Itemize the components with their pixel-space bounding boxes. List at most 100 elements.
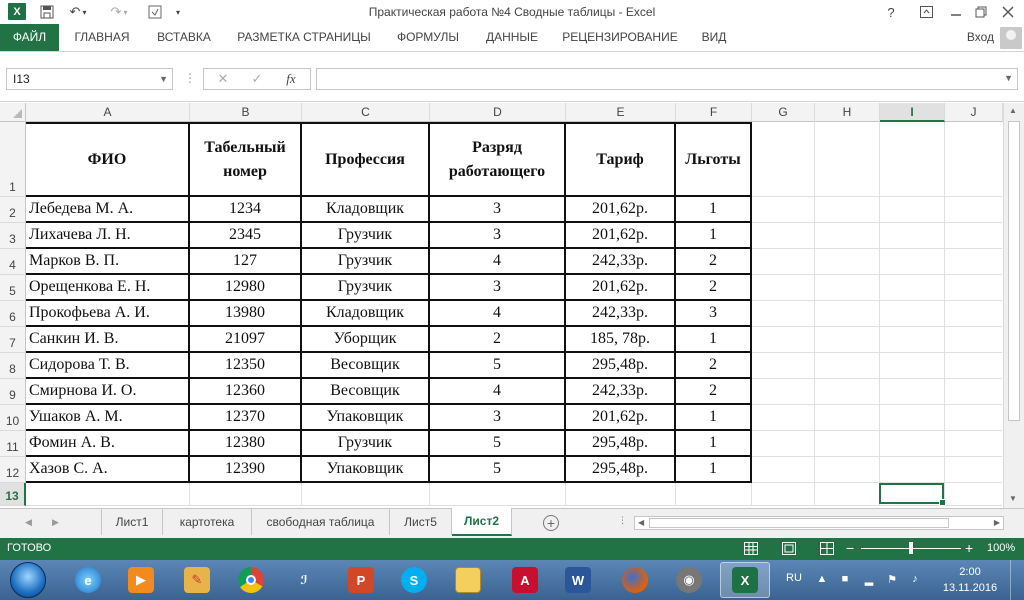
column-header-g[interactable]: G — [752, 103, 815, 122]
tab-insert[interactable]: ВСТАВКА — [148, 24, 220, 51]
tab-number-cell[interactable]: 12370 — [190, 405, 302, 431]
tab-formulas[interactable]: ФОРМУЛЫ — [388, 24, 468, 51]
row-header-6[interactable]: 6 — [0, 301, 26, 327]
benefits-cell[interactable]: 1 — [676, 223, 752, 249]
tab-number-cell[interactable]: 12380 — [190, 431, 302, 457]
column-header-e[interactable]: E — [566, 103, 676, 122]
media-player-icon[interactable]: ▶ — [116, 562, 166, 598]
profession-cell[interactable]: Уборщик — [302, 327, 430, 353]
sheet-tab-list2[interactable]: Лист2 — [452, 508, 512, 536]
insert-function-button[interactable]: fx — [276, 70, 306, 88]
row-header-9[interactable]: 9 — [0, 379, 26, 405]
benefits-cell[interactable]: 2 — [676, 379, 752, 405]
chrome-icon[interactable] — [226, 562, 276, 598]
scroll-right-icon[interactable]: ▶ — [994, 517, 1000, 529]
firefox-icon[interactable] — [610, 562, 660, 598]
row-header-5[interactable]: 5 — [0, 275, 26, 301]
sheet-tab-list1[interactable]: Лист1 — [101, 509, 163, 535]
ribbon-display-icon[interactable] — [913, 2, 939, 22]
row-header-10[interactable]: 10 — [0, 405, 26, 431]
flag-icon[interactable]: ⚑ — [885, 573, 899, 587]
table-header-rank[interactable]: Разряд работающего — [430, 124, 566, 197]
enter-icon[interactable]: ✓ — [242, 70, 272, 88]
tariff-cell[interactable]: 201,62р. — [566, 275, 676, 301]
table-header-fio[interactable]: ФИО — [26, 124, 190, 197]
rank-cell[interactable]: 3 — [430, 275, 566, 301]
fio-cell[interactable]: Санкин И. В. — [26, 327, 190, 353]
normal-view-icon[interactable] — [744, 542, 758, 555]
profession-cell[interactable]: Грузчик — [302, 223, 430, 249]
language-indicator[interactable]: RU — [786, 572, 802, 584]
tab-number-cell[interactable]: 12360 — [190, 379, 302, 405]
column-header-j[interactable]: J — [945, 103, 1003, 122]
rank-cell[interactable]: 5 — [430, 353, 566, 379]
profession-cell[interactable]: Весовщик — [302, 353, 430, 379]
rank-cell[interactable]: 3 — [430, 223, 566, 249]
rank-cell[interactable]: 5 — [430, 457, 566, 483]
profession-cell[interactable]: Весовщик — [302, 379, 430, 405]
acrobat-icon[interactable]: A — [500, 562, 550, 598]
column-header-i[interactable]: I — [880, 103, 945, 122]
scroll-up-icon[interactable]: ▲ — [1009, 106, 1017, 115]
row-header-2[interactable]: 2 — [0, 197, 26, 223]
formula-input[interactable]: ▼ — [316, 68, 1018, 90]
rank-cell[interactable]: 4 — [430, 379, 566, 405]
tray-app-icon[interactable]: ■ — [838, 573, 852, 587]
row-header-11[interactable]: 11 — [0, 431, 26, 457]
tray-expand-icon[interactable]: ▲ — [815, 573, 829, 587]
profession-cell[interactable]: Кладовщик — [302, 197, 430, 223]
benefits-cell[interactable]: 2 — [676, 353, 752, 379]
zoom-in-button[interactable]: + — [965, 540, 973, 556]
table-header-benefits[interactable]: Льготы — [676, 124, 752, 197]
row-header-12[interactable]: 12 — [0, 457, 26, 483]
tab-home[interactable]: ГЛАВНАЯ — [66, 24, 138, 51]
zoom-level[interactable]: 100% — [987, 542, 1015, 554]
column-header-a[interactable]: A — [26, 103, 190, 122]
profession-cell[interactable]: Грузчик — [302, 431, 430, 457]
volume-icon[interactable]: ♪ — [908, 573, 922, 587]
tab-file[interactable]: ФАЙЛ — [0, 24, 59, 51]
tab-number-cell[interactable]: 12350 — [190, 353, 302, 379]
tab-number-cell[interactable]: 1234 — [190, 197, 302, 223]
paint-icon[interactable]: ✎ — [172, 562, 222, 598]
row-header-4[interactable]: 4 — [0, 249, 26, 275]
fio-cell[interactable]: Прокофьева А. И. — [26, 301, 190, 327]
profession-cell[interactable]: Упаковщик — [302, 457, 430, 483]
row-header-13[interactable]: 13 — [0, 483, 26, 506]
tariff-cell[interactable]: 201,62р. — [566, 405, 676, 431]
row-header-7[interactable]: 7 — [0, 327, 26, 353]
active-cell-i13[interactable] — [879, 483, 946, 506]
row-header-3[interactable]: 3 — [0, 223, 26, 249]
benefits-cell[interactable]: 1 — [676, 431, 752, 457]
scroll-down-icon[interactable]: ▼ — [1009, 494, 1017, 503]
rank-cell[interactable]: 4 — [430, 301, 566, 327]
table-header-profession[interactable]: Профессия — [302, 124, 430, 197]
profession-cell[interactable]: Грузчик — [302, 275, 430, 301]
tariff-cell[interactable]: 201,62р. — [566, 223, 676, 249]
tab-review[interactable]: РЕЦЕНЗИРОВАНИЕ — [556, 24, 684, 51]
fio-cell[interactable]: Хазов С. А. — [26, 457, 190, 483]
excel-icon[interactable]: X — [720, 562, 770, 598]
next-sheet-icon[interactable]: ▶ — [52, 517, 59, 528]
ie-icon[interactable]: e — [63, 562, 113, 598]
taskbar-clock[interactable]: 2:00 13.11.2016 — [940, 564, 1000, 596]
benefits-cell[interactable]: 1 — [676, 327, 752, 353]
tab-view[interactable]: ВИД — [694, 24, 734, 51]
fio-cell[interactable]: Смирнова И. О. — [26, 379, 190, 405]
table-header-tariff[interactable]: Тариф — [566, 124, 676, 197]
skype-icon[interactable]: S — [389, 562, 439, 598]
rank-cell[interactable]: 3 — [430, 405, 566, 431]
tariff-cell[interactable]: 185, 78р. — [566, 327, 676, 353]
column-header-h[interactable]: H — [815, 103, 880, 122]
rank-cell[interactable]: 2 — [430, 327, 566, 353]
restore-icon[interactable] — [968, 2, 994, 22]
network-icon[interactable]: ▂ — [862, 573, 876, 587]
profession-cell[interactable]: Упаковщик — [302, 405, 430, 431]
cancel-icon[interactable]: ✕ — [208, 70, 238, 88]
rank-cell[interactable]: 5 — [430, 431, 566, 457]
tab-number-cell[interactable]: 2345 — [190, 223, 302, 249]
benefits-cell[interactable]: 3 — [676, 301, 752, 327]
benefits-cell[interactable]: 1 — [676, 197, 752, 223]
vertical-scroll-thumb[interactable] — [1008, 121, 1020, 421]
avatar[interactable] — [1000, 27, 1022, 49]
